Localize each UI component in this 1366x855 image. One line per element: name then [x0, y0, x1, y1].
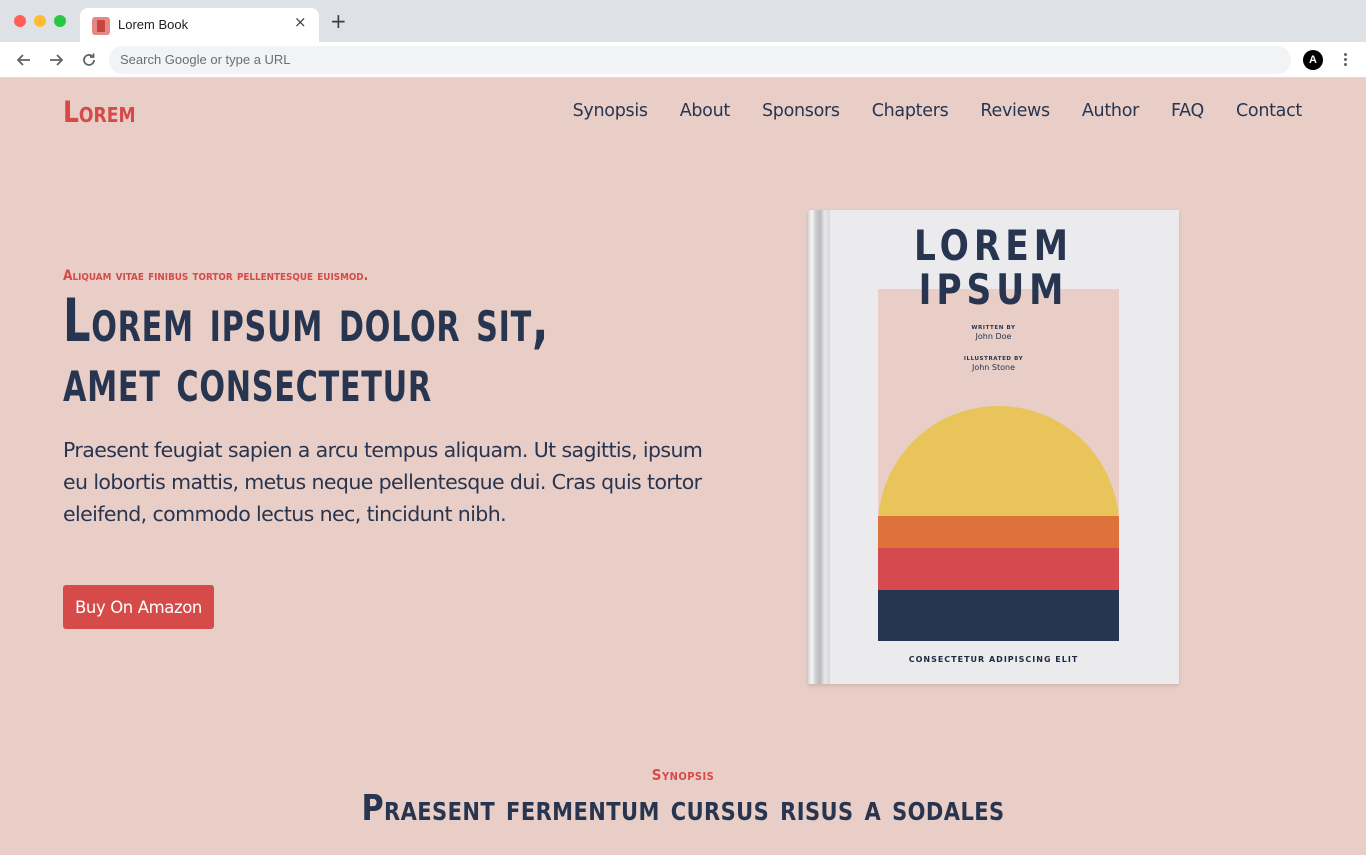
- illustrated-by-label: ILLUSTRATED BY: [963, 356, 1024, 362]
- reload-icon[interactable]: [79, 50, 99, 70]
- new-tab-icon[interactable]: +: [330, 11, 347, 31]
- browser-tab-bar: Lorem Book × +: [0, 0, 1366, 42]
- main-nav: Synopsis About Sponsors Chapters Reviews…: [573, 101, 1303, 121]
- nav-link-faq[interactable]: FAQ: [1171, 101, 1204, 121]
- written-by-label: WRITTEN BY: [971, 325, 1016, 331]
- book-author: John Doe: [975, 332, 1012, 341]
- address-bar[interactable]: Search Google or type a URL: [109, 46, 1291, 74]
- hero-description: Praesent feugiat sapien a arcu tempus al…: [63, 438, 703, 526]
- tab-close-icon[interactable]: ×: [294, 13, 307, 31]
- navy-stripe: [878, 590, 1119, 641]
- nav-link-chapters[interactable]: Chapters: [872, 101, 949, 121]
- orange-stripe: [878, 516, 1119, 548]
- buy-on-amazon-button[interactable]: Buy On Amazon: [63, 585, 214, 629]
- synopsis-title: Praesent fermentum cursus risus a sodale…: [361, 788, 1005, 829]
- address-bar-placeholder: Search Google or type a URL: [120, 52, 291, 67]
- nav-link-reviews[interactable]: Reviews: [980, 101, 1050, 121]
- book-illustrator: John Stone: [971, 363, 1016, 372]
- back-arrow-icon[interactable]: [14, 50, 34, 70]
- book-title-line-1: LOREM: [914, 221, 1073, 270]
- book-favicon-icon: [92, 17, 110, 35]
- browser-tab[interactable]: Lorem Book ×: [80, 8, 319, 42]
- book-tagline: CONSECTETUR ADIPISCING ELIT: [908, 655, 1079, 664]
- nav-link-author[interactable]: Author: [1082, 101, 1139, 121]
- synopsis-label: Synopsis: [651, 766, 715, 784]
- nav-link-about[interactable]: About: [680, 101, 731, 121]
- book-title-line-2: IPSUM: [918, 265, 1069, 314]
- nav-link-sponsors[interactable]: Sponsors: [762, 101, 840, 121]
- hero-title-line-2: amet consectetur: [63, 346, 432, 416]
- nav-link-contact[interactable]: Contact: [1236, 101, 1302, 121]
- browser-toolbar: Search Google or type a URL A: [0, 42, 1366, 78]
- hero-title: Lorem ipsum dolor sit, amet consectetur: [63, 291, 549, 411]
- window-minimize-button[interactable]: [34, 15, 46, 27]
- forward-arrow-icon[interactable]: [46, 50, 66, 70]
- hero-eyebrow: Aliquam vitae finibus tortor pellentesqu…: [63, 268, 369, 284]
- book-cover: LOREM IPSUM WRITTEN BY John Doe ILLUSTRA…: [808, 210, 1179, 684]
- book-cover-art: [878, 289, 1119, 641]
- hero-title-line-1: Lorem ipsum dolor sit,: [63, 286, 550, 356]
- page: Lorem Synopsis About Sponsors Chapters R…: [0, 79, 1366, 855]
- profile-avatar[interactable]: A: [1303, 50, 1323, 70]
- window-close-button[interactable]: [14, 15, 26, 27]
- nav-link-synopsis[interactable]: Synopsis: [573, 101, 648, 121]
- site-logo[interactable]: Lorem: [63, 95, 136, 129]
- tab-title: Lorem Book: [118, 17, 189, 32]
- book-spine: [808, 210, 830, 684]
- window-maximize-button[interactable]: [54, 15, 66, 27]
- more-menu-icon[interactable]: [1338, 51, 1354, 69]
- red-stripe: [878, 548, 1119, 590]
